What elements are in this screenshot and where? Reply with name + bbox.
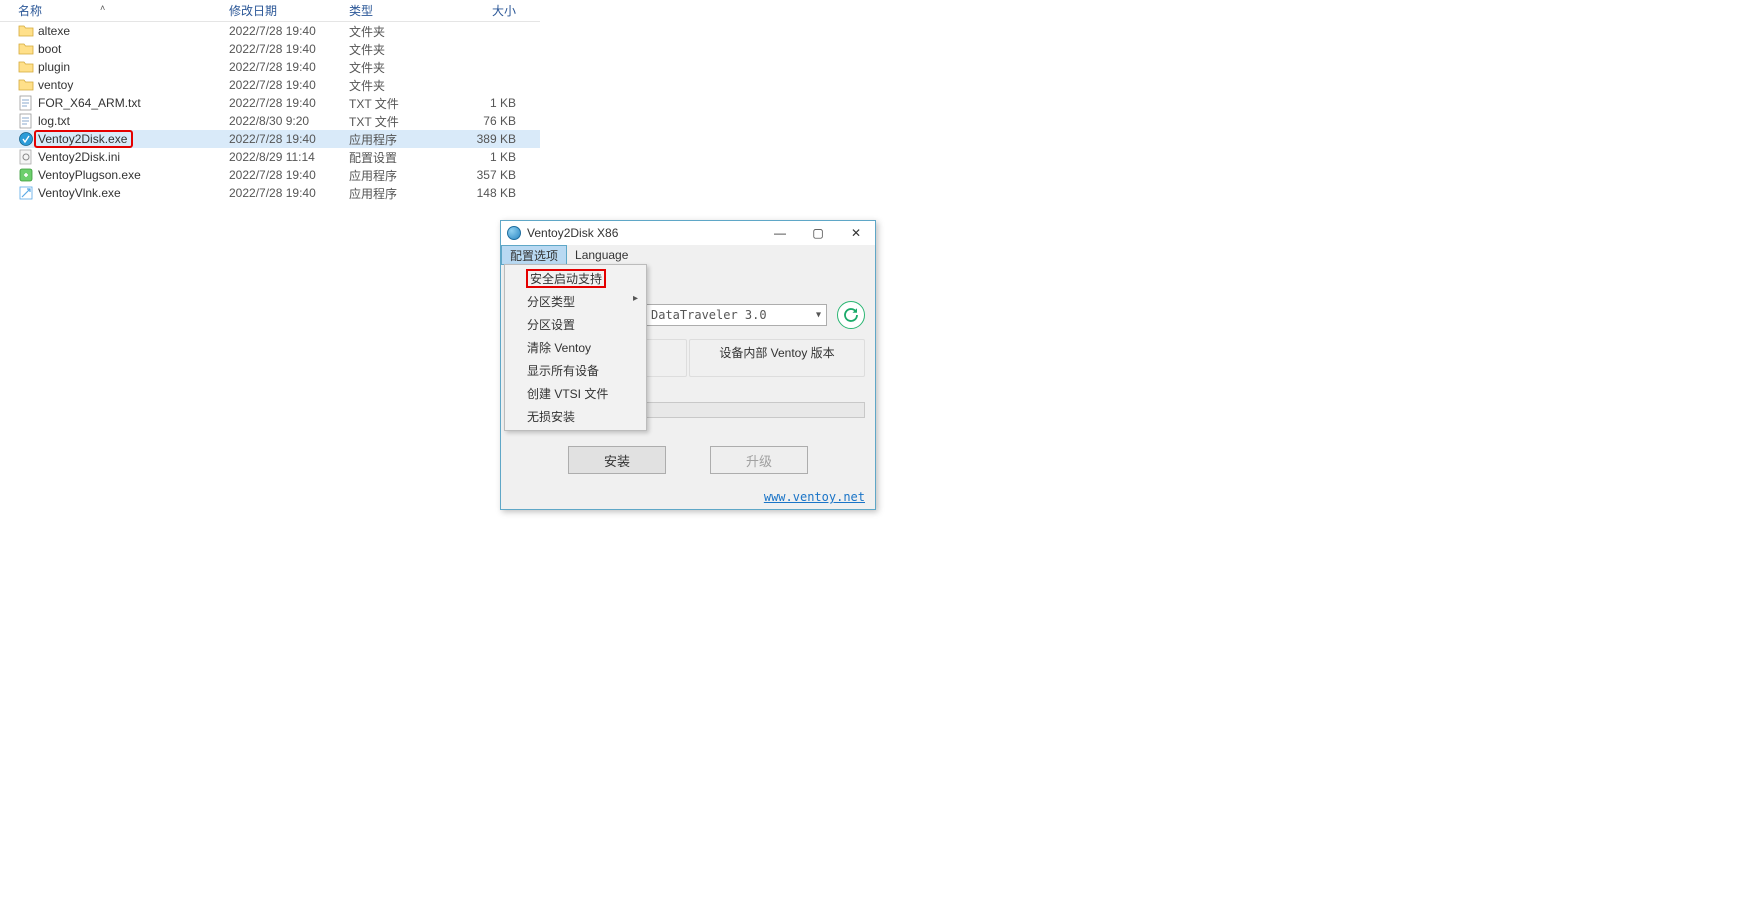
dropdown-item[interactable]: 安全启动支持 — [505, 267, 646, 290]
file-type: 应用程序 — [345, 167, 445, 184]
file-date: 2022/7/28 19:40 — [225, 24, 345, 38]
ventoy-app-icon — [507, 226, 521, 240]
upgrade-button[interactable]: 升级 — [710, 446, 808, 474]
dropdown-item-label: 分区设置 — [527, 318, 575, 332]
file-date: 2022/7/28 19:40 — [225, 132, 345, 146]
file-size: 1 KB — [445, 96, 520, 110]
file-date: 2022/8/30 9:20 — [225, 114, 345, 128]
file-row[interactable]: plugin 2022/7/28 19:40文件夹 — [0, 58, 540, 76]
titlebar[interactable]: Ventoy2Disk X86 ― ▢ ✕ — [501, 221, 875, 245]
column-header-row: 名称 ˄ 修改日期 类型 大小 — [0, 0, 540, 22]
file-row[interactable]: log.txt 2022/8/30 9:20TXT 文件76 KB — [0, 112, 540, 130]
file-row[interactable]: ventoy 2022/7/28 19:40文件夹 — [0, 76, 540, 94]
file-row[interactable]: Ventoy2Disk.exe 2022/7/28 19:40应用程序389 KB — [0, 130, 540, 148]
file-size: 357 KB — [445, 168, 520, 182]
ventoy-icon — [18, 131, 34, 147]
file-name: altexe — [38, 24, 70, 38]
file-date: 2022/7/28 19:40 — [225, 96, 345, 110]
column-header-size[interactable]: 大小 — [445, 2, 520, 19]
dropdown-item[interactable]: 显示所有设备 — [505, 359, 646, 382]
file-row[interactable]: Ventoy2Disk.ini 2022/8/29 11:14配置设置1 KB — [0, 148, 540, 166]
file-date: 2022/7/28 19:40 — [225, 168, 345, 182]
window-title: Ventoy2Disk X86 — [527, 226, 761, 240]
menubar: 配置选项 Language — [501, 245, 875, 265]
menu-language[interactable]: Language — [567, 245, 636, 265]
file-name: boot — [38, 42, 61, 56]
file-name: FOR_X64_ARM.txt — [38, 96, 141, 110]
file-type: TXT 文件 — [345, 113, 445, 130]
dropdown-item[interactable]: 无损安装 — [505, 405, 646, 428]
file-date: 2022/7/28 19:40 — [225, 42, 345, 56]
minimize-button[interactable]: ― — [761, 222, 799, 244]
dropdown-item-label: 安全启动支持 — [527, 270, 605, 287]
file-row[interactable]: FOR_X64_ARM.txt 2022/7/28 19:40TXT 文件1 KB — [0, 94, 540, 112]
device-select[interactable] — [644, 304, 827, 326]
folder-icon — [18, 59, 34, 75]
column-header-type[interactable]: 类型 — [345, 2, 445, 19]
file-name: VentoyVlnk.exe — [38, 186, 121, 200]
ini-icon — [18, 149, 34, 165]
file-size: 76 KB — [445, 114, 520, 128]
vlnk-icon — [18, 185, 34, 201]
install-button[interactable]: 安装 — [568, 446, 666, 474]
file-row[interactable]: VentoyPlugson.exe 2022/7/28 19:40应用程序357 … — [0, 166, 540, 184]
dropdown-item[interactable]: 分区设置 — [505, 313, 646, 336]
file-type: 文件夹 — [345, 59, 445, 76]
website-link[interactable]: www.ventoy.net — [764, 490, 865, 504]
file-name: Ventoy2Disk.ini — [38, 150, 120, 164]
folder-icon — [18, 23, 34, 39]
file-size: 1 KB — [445, 150, 520, 164]
file-type: 文件夹 — [345, 23, 445, 40]
file-name: Ventoy2Disk.exe — [34, 130, 133, 148]
file-date: 2022/8/29 11:14 — [225, 150, 345, 164]
device-version-box: 设备内部 Ventoy 版本 — [689, 339, 865, 377]
dropdown-item-label: 分区类型 — [527, 295, 575, 309]
dropdown-item[interactable]: 分区类型 — [505, 290, 646, 313]
file-type: 应用程序 — [345, 185, 445, 202]
file-size: 148 KB — [445, 186, 520, 200]
dropdown-item-label: 显示所有设备 — [527, 364, 599, 378]
column-header-name[interactable]: 名称 ˄ — [0, 2, 225, 19]
dropdown-item-label: 创建 VTSI 文件 — [527, 387, 608, 401]
file-row[interactable]: VentoyVlnk.exe 2022/7/28 19:40应用程序148 KB — [0, 184, 540, 202]
file-name: log.txt — [38, 114, 70, 128]
file-name: plugin — [38, 60, 70, 74]
file-type: TXT 文件 — [345, 95, 445, 112]
file-type: 文件夹 — [345, 41, 445, 58]
file-type: 应用程序 — [345, 131, 445, 148]
maximize-button[interactable]: ▢ — [799, 222, 837, 244]
sort-indicator-icon: ˄ — [100, 3, 105, 13]
dropdown-item[interactable]: 创建 VTSI 文件 — [505, 382, 646, 405]
menu-config-options[interactable]: 配置选项 — [501, 245, 567, 265]
dropdown-item[interactable]: 清除 Ventoy — [505, 336, 646, 359]
file-size: 389 KB — [445, 132, 520, 146]
file-date: 2022/7/28 19:40 — [225, 186, 345, 200]
folder-icon — [18, 41, 34, 57]
refresh-icon — [842, 306, 860, 324]
plugson-icon — [18, 167, 34, 183]
file-type: 文件夹 — [345, 77, 445, 94]
refresh-button[interactable] — [837, 301, 865, 329]
file-name: ventoy — [38, 78, 73, 92]
dropdown-item-label: 无损安装 — [527, 410, 575, 424]
config-dropdown-menu: 安全启动支持分区类型分区设置清除 Ventoy 显示所有设备创建 VTSI 文件无… — [504, 264, 647, 431]
txt-icon — [18, 95, 34, 111]
file-row[interactable]: boot 2022/7/28 19:40文件夹 — [0, 40, 540, 58]
file-date: 2022/7/28 19:40 — [225, 60, 345, 74]
dropdown-item-label: 清除 Ventoy — [527, 341, 591, 355]
folder-icon — [18, 77, 34, 93]
file-explorer-list: 名称 ˄ 修改日期 类型 大小 altexe2022/7/28 19:40文件夹… — [0, 0, 540, 202]
close-button[interactable]: ✕ — [837, 222, 875, 244]
txt-icon — [18, 113, 34, 129]
file-name: VentoyPlugson.exe — [38, 168, 141, 182]
file-date: 2022/7/28 19:40 — [225, 78, 345, 92]
column-header-date[interactable]: 修改日期 — [225, 2, 345, 19]
file-row[interactable]: altexe 2022/7/28 19:40文件夹 — [0, 22, 540, 40]
file-type: 配置设置 — [345, 149, 445, 166]
